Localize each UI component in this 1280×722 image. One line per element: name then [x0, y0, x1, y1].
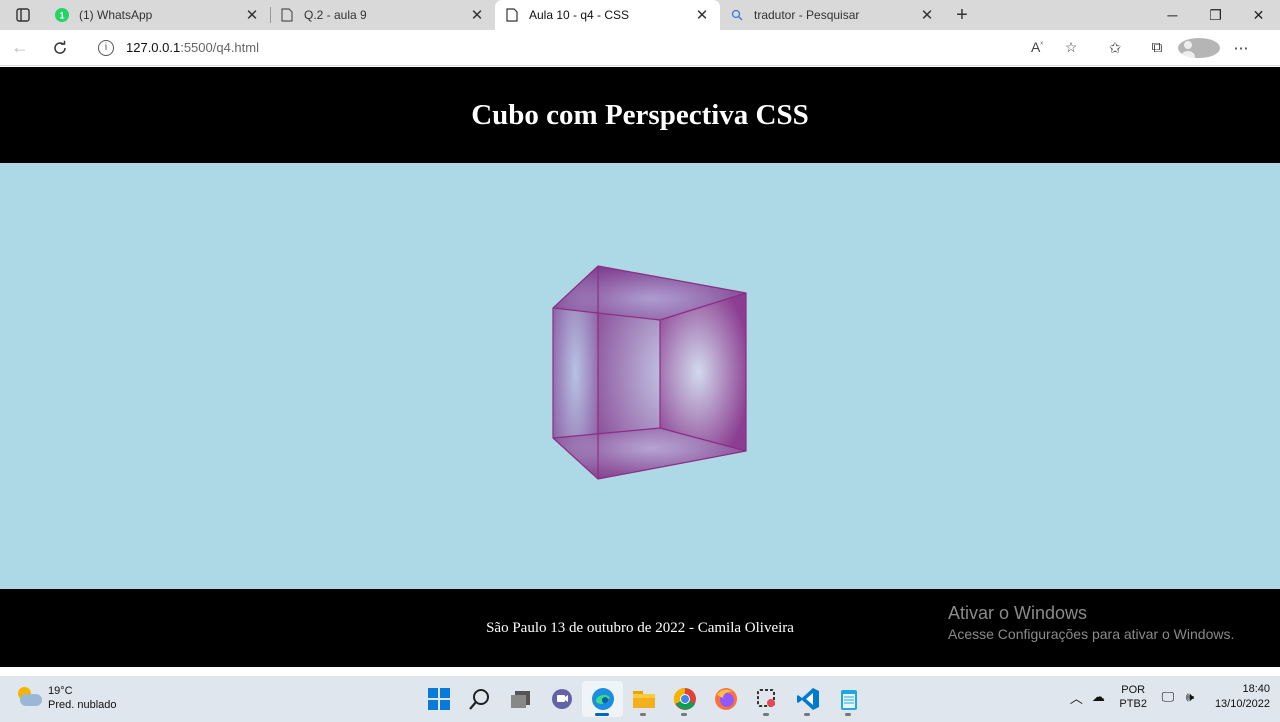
network-icon[interactable]: 🖵: [1157, 689, 1179, 705]
tab-actions-icon: [15, 8, 30, 22]
chrome-button[interactable]: [664, 681, 705, 717]
notepad-icon: [840, 690, 857, 710]
restore-button[interactable]: ❐: [1194, 0, 1237, 30]
read-aloud-icon[interactable]: Aˣ: [1020, 39, 1054, 56]
tab-actions-button[interactable]: [0, 0, 45, 30]
cube-stage: [0, 163, 1280, 589]
refresh-button[interactable]: [40, 40, 80, 56]
perspective-cube: [552, 265, 747, 480]
firefox-icon: [714, 688, 737, 710]
close-tab-icon[interactable]: ✕: [244, 6, 260, 24]
notepad-button[interactable]: [828, 681, 869, 717]
tab-whatsapp[interactable]: 1 (1) WhatsApp ✕: [45, 0, 270, 30]
add-favorite-icon[interactable]: ☆: [1054, 39, 1088, 56]
page-header: Cubo com Perspectiva CSS: [0, 67, 1280, 163]
plus-icon: +: [956, 3, 968, 26]
web-page: Cubo com Perspectiva CSS São Paulo 13 de…: [0, 67, 1280, 667]
tab-strip: 1 (1) WhatsApp ✕ Q.2 - aula 9 ✕ Aula 10 …: [0, 0, 1280, 30]
vscode-button[interactable]: [787, 681, 828, 717]
page-title: Cubo com Perspectiva CSS: [471, 98, 809, 131]
search-icon: [730, 8, 744, 22]
watermark-subtitle: Acesse Configurações para ativar o Windo…: [948, 626, 1235, 642]
url-field[interactable]: i 127.0.0.1:5500/q4.html Aˣ ☆: [88, 33, 1088, 62]
file-explorer-icon: [632, 691, 655, 708]
url-host: 127.0.0.1: [126, 40, 181, 55]
page-icon: [280, 8, 294, 22]
task-view-icon: [510, 691, 530, 708]
onedrive-icon[interactable]: ☁: [1087, 689, 1109, 705]
keyboard-layout: PTB2: [1119, 698, 1147, 710]
window-controls: ─ ❐ ✕: [1151, 0, 1280, 30]
system-tray: ︿ ☁ POR PTB2 🖵 🕪 18:40 13/10/2022: [1065, 682, 1270, 712]
minimize-button[interactable]: ─: [1151, 0, 1194, 30]
tab-q2-aula9[interactable]: Q.2 - aula 9 ✕: [270, 0, 495, 30]
teams-chat-icon: [551, 689, 572, 709]
edge-taskbar-button[interactable]: [582, 681, 623, 717]
task-view-button[interactable]: [500, 681, 541, 717]
tab-tradutor[interactable]: tradutor - Pesquisar ✕: [720, 0, 945, 30]
weather-icon: [16, 687, 42, 709]
volume-icon[interactable]: 🕪: [1179, 689, 1201, 705]
back-button[interactable]: ←: [0, 37, 40, 58]
vscode-icon: [796, 688, 819, 710]
tab-title: Q.2 - aula 9: [304, 8, 367, 22]
windows-activation-watermark: Ativar o Windows Acesse Configurações pa…: [948, 603, 1234, 642]
footer-text: São Paulo 13 de outubro de 2022 - Camila…: [486, 619, 794, 636]
weather-description: Pred. nublado: [48, 699, 117, 711]
whatsapp-icon: 1: [55, 8, 69, 22]
favorites-icon[interactable]: ✩: [1094, 38, 1136, 58]
tab-title: Aula 10 - q4 - CSS: [529, 8, 630, 22]
edge-icon: [591, 688, 614, 710]
start-button[interactable]: [418, 681, 459, 717]
taskbar-search-button[interactable]: [459, 681, 500, 717]
watermark-title: Ativar o Windows: [948, 603, 1088, 623]
start-icon: [427, 688, 450, 710]
close-tab-icon[interactable]: ✕: [919, 6, 935, 24]
tab-separator: [270, 7, 271, 23]
clock-time: 18:40: [1242, 683, 1270, 695]
address-bar: ← i 127.0.0.1:5500/q4.html Aˣ ☆ ✩ ⧉ ⋯: [0, 30, 1280, 66]
weather-widget[interactable]: 19°C Pred. nublado: [16, 684, 117, 712]
cube-right-face: [660, 293, 746, 451]
firefox-button[interactable]: [705, 681, 746, 717]
clock-date: 13/10/2022: [1214, 698, 1270, 710]
collections-icon[interactable]: ⧉: [1136, 38, 1178, 58]
tab-aula10-q4[interactable]: Aula 10 - q4 - CSS ✕: [495, 0, 720, 30]
tab-title: tradutor - Pesquisar: [754, 8, 860, 22]
close-tab-icon[interactable]: ✕: [694, 6, 710, 24]
info-icon[interactable]: i: [98, 39, 114, 56]
language-indicator[interactable]: POR PTB2: [1119, 683, 1147, 711]
search-icon: [468, 689, 489, 710]
taskbar: 19°C Pred. nublado ︿ ☁ POR PTB2 🖵 🕪 18:4…: [0, 676, 1280, 722]
tab-title: (1) WhatsApp: [79, 8, 153, 22]
close-window-button[interactable]: ✕: [1237, 0, 1280, 30]
snipping-tool-icon: [756, 689, 775, 707]
url-path: :5500/q4.html: [180, 40, 259, 55]
svg-text:1: 1: [59, 11, 64, 21]
avatar: [1178, 37, 1220, 58]
chrome-icon: [673, 687, 696, 710]
snipping-tool-button[interactable]: [746, 681, 787, 717]
teams-chat-button[interactable]: [541, 681, 582, 717]
language-code: POR: [1121, 684, 1146, 696]
close-tab-icon[interactable]: ✕: [469, 6, 485, 24]
file-explorer-button[interactable]: [623, 681, 664, 717]
refresh-icon: [54, 40, 66, 54]
page-icon: [505, 8, 519, 22]
taskbar-apps: [418, 681, 869, 717]
new-tab-button[interactable]: +: [945, 0, 979, 30]
more-menu-icon[interactable]: ⋯: [1220, 38, 1262, 58]
page-footer: São Paulo 13 de outubro de 2022 - Camila…: [0, 589, 1280, 667]
temperature: 19°C: [48, 685, 73, 697]
clock[interactable]: 18:40 13/10/2022: [1215, 682, 1270, 712]
show-hidden-icons-button[interactable]: ︿: [1065, 688, 1087, 707]
profile-button[interactable]: [1178, 37, 1220, 58]
